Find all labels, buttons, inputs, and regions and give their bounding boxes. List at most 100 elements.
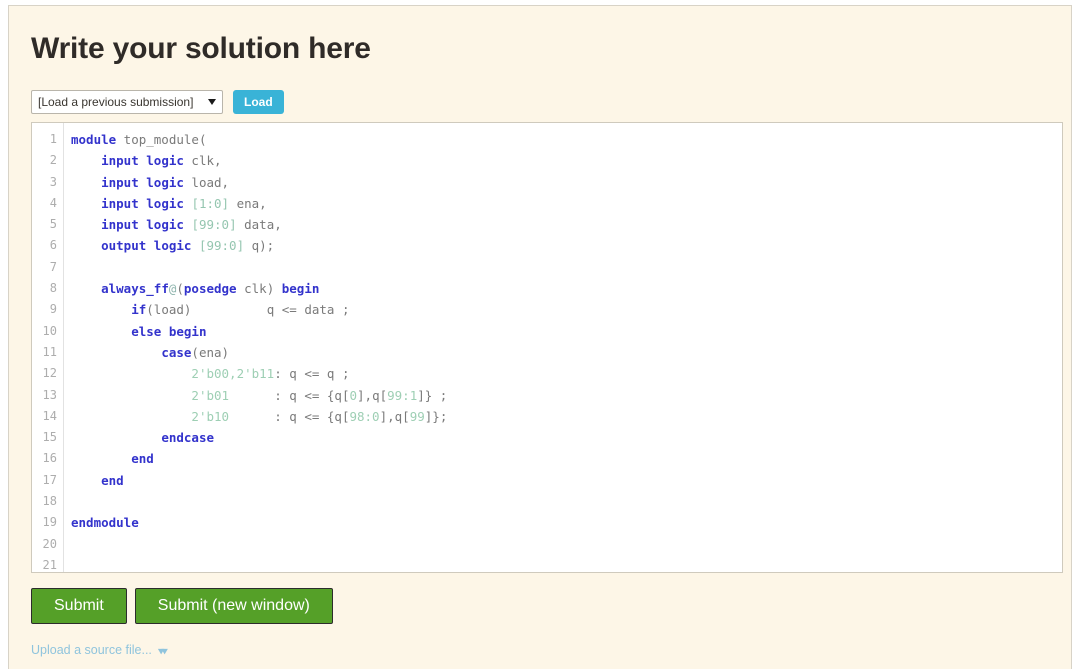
code-line[interactable]: [71, 555, 1062, 572]
code-token: top_module(: [116, 132, 207, 147]
line-number: 16: [42, 451, 57, 466]
line-number: 9: [49, 302, 57, 317]
code-token: input logic: [101, 217, 184, 233]
code-token: [99:0]: [191, 217, 237, 233]
code-token: (ena): [191, 344, 230, 360]
code-token: [99:0]: [198, 238, 245, 254]
code-line[interactable]: 2'b10 : q <= {q[98:0],q[99]};: [71, 406, 1062, 427]
code-token: ],q[: [357, 387, 388, 403]
code-token: 2'b00,2'b11: [191, 366, 275, 382]
code-line[interactable]: input logic load,: [71, 172, 1062, 193]
code-token: load,: [183, 174, 230, 190]
upload-source-file-link[interactable]: Upload a source file...: [31, 643, 152, 657]
line-number: 15: [42, 430, 57, 445]
line-number: 12: [42, 366, 57, 381]
code-token: q);: [244, 238, 275, 254]
code-line[interactable]: 2'b01 : q <= {q[0],q[99:1]} ;: [71, 385, 1062, 406]
code-line[interactable]: output logic [99:0] q);: [71, 235, 1062, 256]
code-token: begin: [281, 281, 320, 297]
editor-gutter: 1 2 3 4 5 6 7 8 9 10 11 12 13 14 15 16 17 18 19 20 21: [32, 123, 64, 572]
code-line[interactable]: case(ena): [71, 342, 1062, 363]
line-number: 3: [49, 174, 57, 189]
code-token: module: [71, 132, 117, 147]
code-line[interactable]: input logic [1:0] ena,: [71, 193, 1062, 214]
page-frame: Write your solution here [Load a previou…: [0, 0, 1080, 669]
submit-row: Submit Submit (new window): [31, 588, 333, 624]
code-token: (: [176, 281, 184, 297]
line-number: 14: [42, 408, 57, 423]
code-token: [1:0]: [191, 195, 230, 211]
code-token: ]} ;: [417, 387, 448, 403]
code-line[interactable]: [71, 257, 1062, 278]
previous-submission-select[interactable]: [Load a previous submission]: [31, 90, 223, 114]
chevron-down-icon: [208, 99, 216, 105]
line-number: 1: [49, 132, 57, 146]
code-token: (load) q <= data ;: [146, 302, 350, 318]
line-number: 13: [42, 387, 57, 402]
previous-submission-selected-label: [Load a previous submission]: [38, 95, 194, 109]
line-number: 19: [42, 515, 57, 530]
code-line[interactable]: always_ff@(posedge clk) begin: [71, 278, 1062, 299]
line-number: 18: [42, 494, 57, 509]
line-number: 17: [42, 472, 57, 487]
code-token: endmodule: [71, 515, 139, 531]
code-line[interactable]: input logic clk,: [71, 150, 1062, 171]
code-token: input logic: [101, 153, 184, 169]
submit-new-window-button[interactable]: Submit (new window): [134, 588, 333, 624]
code-line[interactable]: end: [71, 448, 1062, 469]
code-line[interactable]: [71, 491, 1062, 512]
code-token: end: [101, 472, 124, 488]
code-line[interactable]: else begin: [71, 321, 1062, 342]
code-line[interactable]: if(load) q <= data ;: [71, 299, 1062, 320]
code-editor[interactable]: 1 2 3 4 5 6 7 8 9 10 11 12 13 14 15 16 17 18 19 20 21 module…: [31, 122, 1063, 573]
line-number: 4: [49, 195, 57, 210]
code-token: : q <= {q[: [229, 387, 350, 403]
code-token: 0: [349, 387, 358, 403]
line-number: 21: [42, 557, 57, 572]
upload-source-file-row[interactable]: Upload a source file... ▾▾: [31, 643, 168, 657]
code-line[interactable]: input logic [99:0] data,: [71, 214, 1062, 235]
code-token: else begin: [131, 323, 207, 339]
line-number: 8: [49, 281, 57, 296]
code-line[interactable]: 2'b00,2'b11: q <= q ;: [71, 363, 1062, 384]
code-token: output logic: [101, 238, 192, 254]
code-line[interactable]: [71, 534, 1062, 555]
code-token: data,: [236, 217, 282, 233]
code-token: case: [161, 344, 192, 360]
code-line[interactable]: endcase: [71, 427, 1062, 448]
code-token: 2'b01: [191, 387, 230, 403]
code-token: always_ff: [101, 281, 169, 297]
line-number: 20: [42, 536, 57, 551]
code-token: if: [131, 302, 147, 318]
code-token: 99: [409, 408, 425, 424]
code-token: endcase: [161, 430, 214, 446]
submit-button[interactable]: Submit: [31, 588, 127, 624]
line-number: 2: [49, 153, 57, 168]
code-line[interactable]: endmodule: [71, 512, 1062, 533]
code-token: input logic: [101, 195, 184, 211]
code-token: 2'b10: [191, 408, 230, 424]
code-token: end: [131, 451, 154, 467]
load-button[interactable]: Load: [233, 90, 284, 114]
double-chevron-down-icon[interactable]: ▾▾: [158, 644, 168, 655]
code-token: posedge: [183, 281, 237, 297]
line-number: 5: [49, 217, 57, 232]
code-line[interactable]: end: [71, 470, 1062, 491]
code-token: clk,: [183, 153, 222, 169]
editor-code-area[interactable]: module top_module( input logic clk, inpu…: [64, 123, 1062, 572]
code-token: : q <= q ;: [274, 366, 350, 382]
code-line[interactable]: module top_module(: [71, 129, 1062, 150]
line-number: 10: [42, 323, 57, 338]
